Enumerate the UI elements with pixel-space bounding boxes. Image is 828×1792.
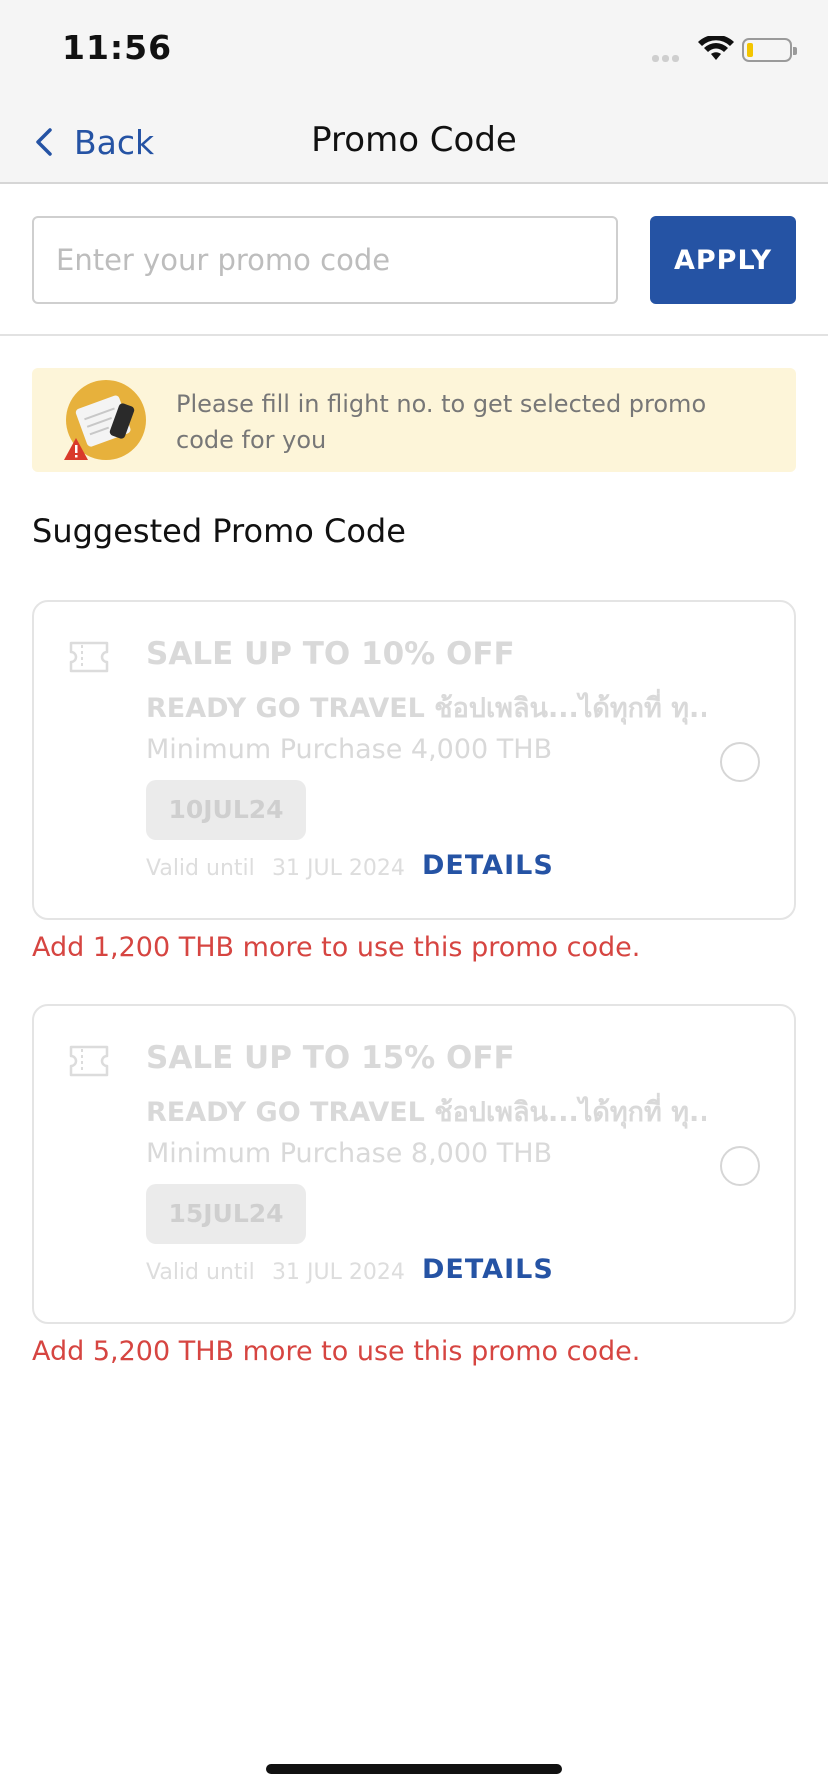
section-title: Suggested Promo Code	[32, 512, 406, 550]
promo-code-input[interactable]	[32, 216, 618, 304]
promo-card[interactable]: SALE UP TO 10% OFF READY GO TRAVEL ช้อปเ…	[32, 600, 796, 920]
valid-until-date: 31 JUL 2024	[272, 856, 405, 881]
promo-warning: Add 5,200 THB more to use this promo cod…	[32, 1336, 641, 1367]
minimum-purchase: Minimum Purchase 4,000 THB	[146, 734, 553, 765]
minimum-purchase: Minimum Purchase 8,000 THB	[146, 1138, 553, 1169]
promo-input-row: APPLY	[0, 184, 828, 336]
flight-number-notice: Please fill in flight no. to get selecte…	[32, 368, 796, 472]
promo-code-chip: 10JUL24	[146, 780, 306, 840]
home-indicator	[266, 1764, 562, 1774]
details-link[interactable]: DETAILS	[422, 850, 554, 881]
flight-ticket-warning-icon	[64, 380, 146, 460]
promo-title: SALE UP TO 15% OFF	[146, 1040, 515, 1076]
apply-button[interactable]: APPLY	[650, 216, 796, 304]
navigation-bar: Back Promo Code	[0, 100, 828, 184]
promo-description: READY GO TRAVEL ช้อปเพลิน...ได้ทุกที่ ทุ…	[146, 1097, 706, 1128]
promo-radio[interactable]	[720, 1146, 760, 1186]
valid-until-date: 31 JUL 2024	[272, 1260, 405, 1285]
status-time: 11:56	[62, 28, 173, 67]
battery-icon	[742, 38, 797, 62]
promo-description: READY GO TRAVEL ช้อปเพลิน...ได้ทุกที่ ทุ…	[146, 693, 706, 724]
ticket-icon	[69, 641, 109, 673]
promo-warning: Add 1,200 THB more to use this promo cod…	[32, 932, 641, 963]
status-bar: 11:56	[0, 0, 828, 100]
ticket-icon	[69, 1045, 109, 1077]
promo-radio[interactable]	[720, 742, 760, 782]
details-link[interactable]: DETAILS	[422, 1254, 554, 1285]
valid-until-label: Valid until	[146, 1260, 255, 1285]
battery-level	[747, 43, 753, 57]
valid-until-label: Valid until	[146, 856, 255, 881]
notice-text: Please fill in flight no. to get selecte…	[176, 390, 707, 454]
promo-title: SALE UP TO 10% OFF	[146, 636, 515, 672]
promo-card[interactable]: SALE UP TO 15% OFF READY GO TRAVEL ช้อปเ…	[32, 1004, 796, 1324]
promo-code-chip: 15JUL24	[146, 1184, 306, 1244]
signal-icon	[652, 52, 680, 62]
wifi-icon	[698, 36, 734, 60]
page-title: Promo Code	[311, 120, 517, 160]
